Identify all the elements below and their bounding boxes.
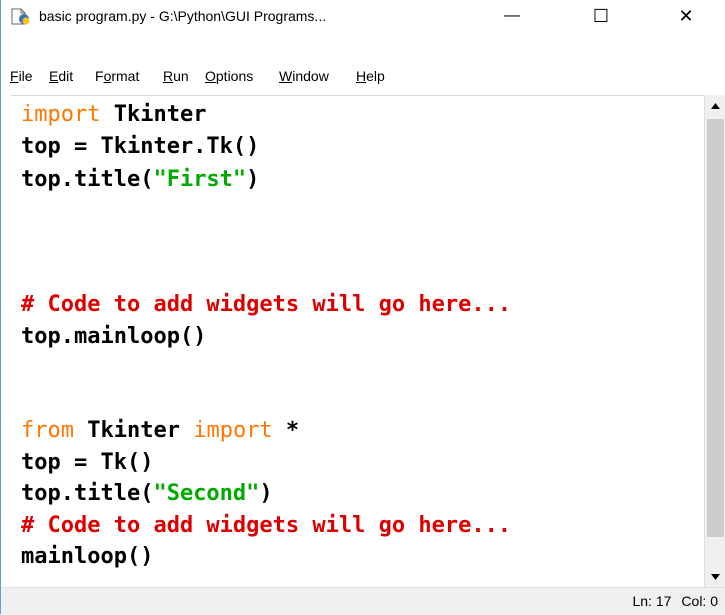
python-file-icon	[11, 8, 31, 25]
title-bar[interactable]: basic program.py - G:\Python\GUI Program…	[1, 0, 725, 32]
triangle-up-icon	[711, 102, 720, 109]
code-line-13: top.title("Second")	[21, 481, 273, 506]
menu-run[interactable]: Run	[163, 68, 189, 84]
line-number: Ln: 17	[632, 593, 672, 609]
code-line-8: top.mainloop()	[21, 324, 207, 349]
triangle-down-icon	[711, 573, 720, 580]
menu-help[interactable]: Help	[356, 68, 385, 84]
close-button[interactable]: ✕	[663, 0, 709, 32]
code-line-3: top.title("First")	[21, 167, 260, 192]
column-number: Col: 0	[681, 593, 718, 609]
menu-window[interactable]: Window	[279, 68, 329, 84]
code-line-14: # Code to add widgets will go here...	[21, 513, 512, 538]
menu-edit[interactable]: Edit	[49, 68, 73, 84]
code-editor[interactable]: import Tkinter top = Tkinter.Tk() top.ti…	[11, 95, 704, 588]
code-line-12: top = Tk()	[21, 450, 154, 475]
menu-format[interactable]: Format	[95, 68, 139, 84]
minimize-icon: —	[504, 7, 520, 24]
scroll-down-button[interactable]	[705, 566, 725, 587]
maximize-button[interactable]: ☐	[578, 0, 624, 32]
window-title: basic program.py - G:\Python\GUI Program…	[39, 8, 327, 24]
close-icon: ✕	[678, 5, 694, 26]
menu-options[interactable]: Options	[205, 68, 253, 84]
code-line-15: mainloop()	[21, 544, 154, 569]
status-bar: Ln: 17 Col: 0	[1, 587, 725, 615]
maximize-icon: ☐	[592, 5, 610, 26]
code-line-7: # Code to add widgets will go here...	[21, 292, 512, 317]
code-line-2: top = Tkinter.Tk()	[21, 134, 260, 159]
scroll-up-button[interactable]	[705, 95, 725, 116]
code-line-1: import Tkinter	[21, 102, 207, 127]
idle-editor-window: basic program.py - G:\Python\GUI Program…	[0, 0, 725, 615]
minimize-button[interactable]: —	[489, 0, 535, 32]
scroll-thumb[interactable]	[707, 119, 724, 537]
menu-bar: File Edit Format Run Options Window Help	[1, 62, 725, 92]
menu-file[interactable]: File	[10, 68, 33, 84]
vertical-scrollbar[interactable]	[704, 95, 725, 587]
code-line-11: from Tkinter import *	[21, 418, 300, 443]
cursor-position: Ln: 17 Col: 0	[622, 593, 718, 609]
